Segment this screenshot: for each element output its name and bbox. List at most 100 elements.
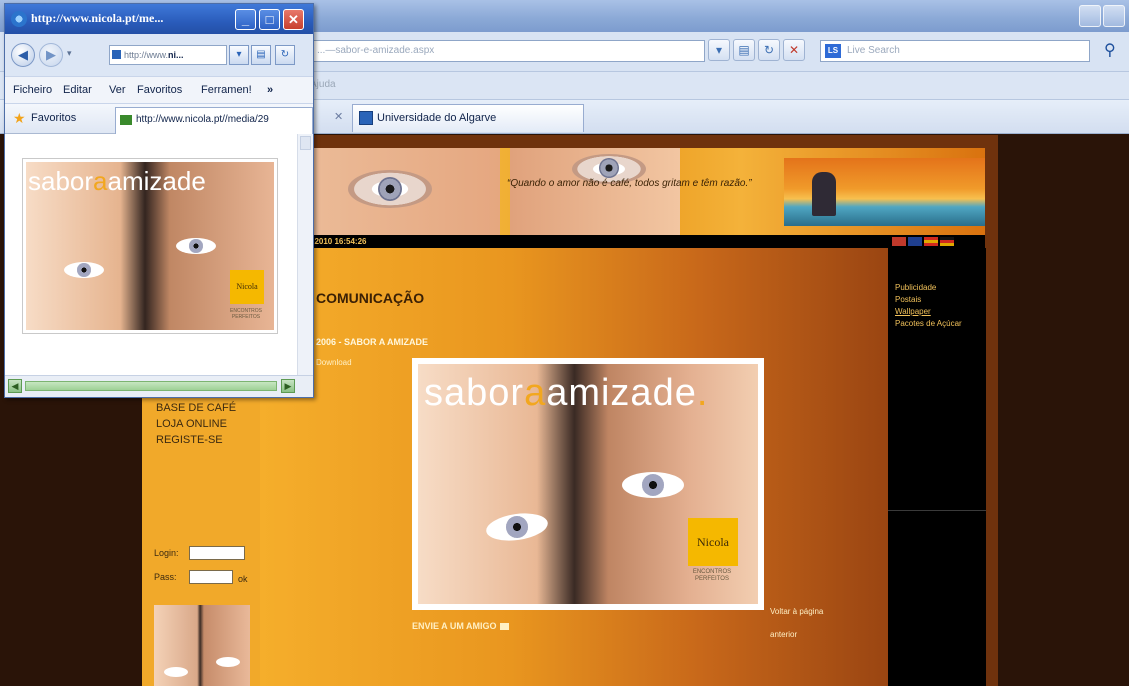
poster-title-accent: a [524, 372, 547, 414]
tab-universidade-do-algarve[interactable]: Universidade do Algarve [352, 104, 584, 132]
menu-item-loja-online[interactable]: LOJA ONLINE [156, 416, 236, 432]
popup-browser-window: http://www.nicola.pt/me... _ □ ✕ ◀ ▶ ▾ h… [4, 3, 314, 398]
back-link[interactable]: Voltar à página anterior [770, 600, 840, 646]
search-icon[interactable]: ⚲ [1104, 40, 1116, 60]
popup-content: saboraamizade Nicola ENCONTROS PERFEITOS [5, 134, 313, 375]
link-wallpaper[interactable]: Wallpaper [895, 306, 962, 318]
minimize-button[interactable]: _ [235, 9, 256, 30]
popup-image-title-accent: a [93, 166, 108, 196]
send-to-friend-link[interactable]: ENVIE A UM AMIGO [412, 621, 509, 631]
background-maximize-button[interactable] [1103, 5, 1125, 27]
menu-editar[interactable]: Editar [63, 84, 92, 96]
menu-item-registe-se[interactable]: REGISTE-SE [156, 432, 236, 448]
popup-tab[interactable]: http://www.nicola.pt//media/29 [115, 107, 313, 134]
history-dropdown-icon[interactable]: ▾ [67, 48, 72, 59]
right-links: Publicidade Postais Wallpaper Pacotes de… [895, 282, 962, 330]
link-postais[interactable]: Postais [895, 294, 962, 306]
poster-title-part1: sabor [424, 372, 525, 414]
send-to-friend-label: ENVIE A UM AMIGO [412, 621, 497, 631]
link-publicidade[interactable]: Publicidade [895, 282, 962, 294]
popup-navigation-bar: ◀ ▶ ▾ http://www.ni... ▾ ▤ ↻ [5, 34, 313, 76]
nicola-logo: Nicola [688, 518, 738, 566]
flag-portugal-icon[interactable] [892, 237, 906, 246]
poster-title: saboraamizade. [424, 372, 708, 415]
horizontal-scrollbar[interactable]: ◀ ▶ [5, 375, 313, 397]
login-label: Login: [154, 548, 179, 558]
right-sidebar: Publicidade Postais Wallpaper Pacotes de… [888, 248, 986, 686]
left-menu: BASE DE CAFÉ LOJA ONLINE REGISTE-SE [156, 400, 236, 448]
scroll-right-icon[interactable]: ▶ [281, 379, 295, 393]
wallpaper-poster[interactable]: saboraamizade. Nicola ENCONTROS PERFEITO… [412, 358, 764, 610]
scroll-left-icon[interactable]: ◀ [8, 379, 22, 393]
popup-tab-favicon-icon [120, 115, 132, 125]
compatibility-icon[interactable]: ▤ [251, 45, 271, 65]
menu-favoritos[interactable]: Favoritos [137, 84, 182, 96]
back-icon[interactable]: ◀ [11, 43, 35, 67]
popup-eye-man [176, 238, 216, 254]
stop-icon[interactable]: ✕ [783, 39, 805, 61]
login-input[interactable] [189, 546, 245, 560]
poster-eye-man [622, 472, 684, 498]
address-favicon-icon [112, 50, 121, 59]
popup-refresh-icon[interactable]: ↻ [275, 45, 295, 65]
favorites-button[interactable]: Favoritos [31, 112, 76, 124]
mail-icon [499, 623, 509, 631]
subsection-title: 2006 - SABOR A AMIZADE [316, 337, 429, 347]
menu-ver[interactable]: Ver [109, 84, 126, 96]
popup-image-title-part2: amizade [107, 166, 206, 196]
menu-ficheiro[interactable]: Ficheiro [13, 84, 52, 96]
popup-image-title: saboraamizade [28, 166, 206, 197]
password-input[interactable] [189, 570, 233, 584]
header-eye-left [348, 170, 432, 208]
couple-silhouette [812, 172, 836, 216]
login-row: Login: [154, 546, 245, 560]
popup-favorites-bar: ★ Favoritos http://www.nicola.pt//media/… [5, 104, 313, 134]
tab-favicon-icon [359, 111, 373, 125]
address-dropdown-button[interactable]: ▾ [708, 39, 730, 61]
live-search-input[interactable]: LS Live Search [820, 40, 1090, 62]
background-address-bar[interactable]: ...—sabor-e-amizade.aspx [310, 40, 705, 62]
popup-title-bar[interactable]: http://www.nicola.pt/me... _ □ ✕ [5, 4, 313, 34]
popup-nicola-logo: Nicola [230, 270, 264, 304]
tab-label: Universidade do Algarve [377, 112, 497, 124]
flag-spain-icon[interactable] [924, 237, 938, 246]
header-sunset-image [784, 158, 985, 226]
popup-nicola-tagline: ENCONTROS PERFEITOS [230, 308, 262, 320]
login-ok-button[interactable]: ok [238, 574, 248, 584]
close-button[interactable]: ✕ [283, 9, 304, 30]
date-time: , 2010 16:54:26 [310, 237, 367, 246]
favorites-star-icon[interactable]: ★ [13, 110, 26, 127]
poster-eye-woman [484, 509, 550, 545]
right-divider [888, 510, 986, 511]
popup-tab-label: http://www.nicola.pt//media/29 [136, 114, 269, 125]
maximize-button[interactable]: □ [259, 9, 280, 30]
left-thumbnail-image[interactable] [154, 605, 250, 686]
compatibility-view-icon[interactable]: ▤ [733, 39, 755, 61]
poster-title-dot: . [696, 372, 709, 414]
menu-item-base-de-cafe[interactable]: BASE DE CAFÉ [156, 400, 236, 416]
horizontal-scroll-thumb[interactable] [25, 381, 277, 391]
main-content: COMUNICAÇÃO 2006 - SABOR A AMIZADE Downl… [260, 248, 888, 686]
vertical-scrollbar[interactable] [297, 134, 313, 375]
poster-image: saboraamizade. Nicola ENCONTROS PERFEITO… [418, 364, 758, 604]
poster-title-part2: amizade [546, 372, 697, 414]
header-quote: “Quando o amor não é café, todos gritam … [507, 178, 752, 189]
thumb-eye-left [164, 667, 188, 677]
live-search-placeholder: Live Search [847, 45, 900, 56]
live-search-logo-icon: LS [825, 44, 841, 58]
forward-icon[interactable]: ▶ [39, 43, 63, 67]
flag-germany-icon[interactable] [940, 237, 954, 246]
address-dropdown-icon[interactable]: ▾ [229, 45, 249, 65]
thumb-eye-right [216, 657, 240, 667]
menu-ferramentas[interactable]: Ferramen! [201, 84, 252, 96]
download-link[interactable]: Download [316, 358, 352, 367]
menu-overflow-chevron-icon[interactable]: » [267, 84, 273, 96]
vertical-scroll-thumb[interactable] [300, 136, 311, 150]
tab-close-icon[interactable]: ✕ [334, 110, 343, 123]
popup-wallpaper-image[interactable]: saboraamizade Nicola ENCONTROS PERFEITOS [22, 158, 278, 334]
link-pacotes-de-acucar[interactable]: Pacotes de Açúcar [895, 318, 962, 330]
popup-address-bar[interactable]: http://www.ni... [109, 45, 227, 65]
flag-uk-icon[interactable] [908, 237, 922, 246]
refresh-icon[interactable]: ↻ [758, 39, 780, 61]
background-minimize-button[interactable] [1079, 5, 1101, 27]
